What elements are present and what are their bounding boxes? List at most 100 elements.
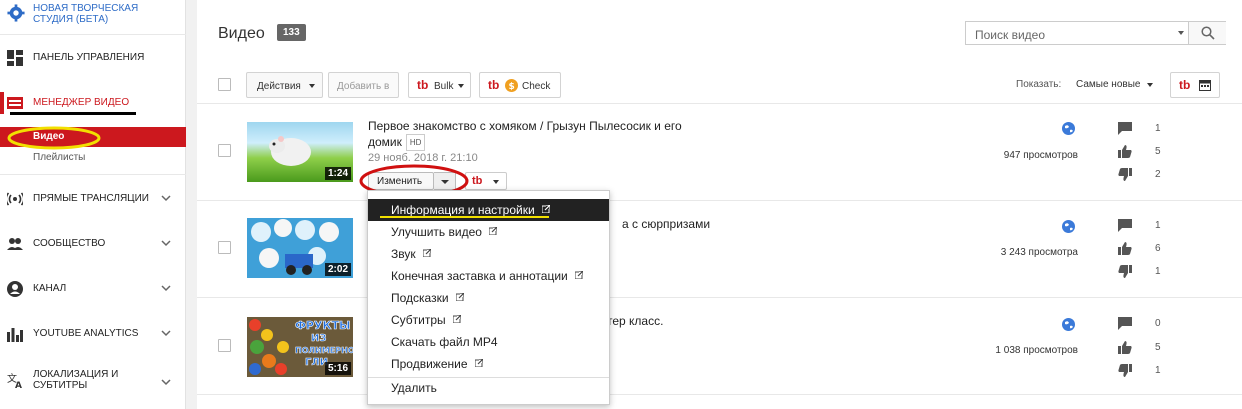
public-globe-icon (1062, 318, 1075, 331)
thumbs-up-icon (1118, 341, 1132, 354)
menu-item-promote[interactable]: Продвижение (368, 353, 609, 375)
sidebar-item-dashboard[interactable]: ПАНЕЛЬ УПРАВЛЕНИЯ (0, 43, 186, 73)
edit-dropdown-menu: Информация и настройки Улучшить видео Зв… (367, 190, 610, 405)
menu-item-subtitles[interactable]: Субтитры (368, 309, 609, 331)
likes-count: 5 (1155, 342, 1161, 353)
search-button[interactable] (1188, 22, 1226, 44)
sidebar-subitem-playlists[interactable]: Плейлисты (33, 152, 85, 163)
caret-down-icon (458, 84, 464, 88)
duration-badge: 5:16 (324, 362, 351, 375)
thumbs-up-icon (1118, 145, 1132, 158)
search-icon (1201, 26, 1215, 40)
bulk-label: Bulk (434, 81, 454, 92)
broadcast-icon (7, 192, 23, 206)
gear-icon (7, 4, 25, 22)
menu-item-audio[interactable]: Звук (368, 243, 609, 265)
external-link-icon (488, 227, 497, 235)
edit-dropdown-toggle[interactable] (434, 172, 456, 190)
studio-label-line1: НОВАЯ ТВОРЧЕСКАЯ (33, 3, 139, 14)
sidebar-studio-label: НОВАЯ ТВОРЧЕСКАЯ СТУДИЯ (БЕТА) (33, 3, 138, 25)
edit-button-label: Изменить (377, 176, 423, 187)
thumbnail-caption: ИЗ (311, 333, 326, 344)
search-dropdown-caret[interactable] (1178, 31, 1184, 35)
video-row: 1:24 Первое знакомство с хомяком / Грызу… (197, 105, 1242, 201)
sidebar-item-label: КАНАЛ (33, 283, 67, 294)
edit-button[interactable]: Изменить (368, 172, 434, 190)
tubebuddy-row-menu-button[interactable]: tb (465, 172, 507, 190)
caret-down-icon (493, 180, 499, 184)
comments-count: 1 (1155, 123, 1161, 134)
add-to-label: Добавить в (337, 81, 390, 92)
sidebar-item-label: ЛОКАЛИЗАЦИЯ И СУБТИТРЫ (33, 369, 118, 391)
dashboard-icon (7, 50, 23, 66)
sidebar-item-channel[interactable]: КАНАЛ (0, 274, 186, 304)
video-count-badge: 133 (277, 24, 306, 41)
row-checkbox[interactable] (218, 339, 231, 352)
main-panel: Видео 133 Поиск видео Действия Добавить … (197, 0, 1242, 409)
add-to-button[interactable]: Добавить в (328, 72, 399, 98)
thumbs-down-icon (1118, 265, 1132, 278)
menu-item-download-mp4[interactable]: Скачать файл MP4 (368, 331, 609, 353)
video-title[interactable]: Первое знакомство с хомяком / Грызун Пыл… (368, 119, 682, 151)
search-input[interactable]: Поиск видео (975, 28, 1045, 42)
video-title[interactable]: а с сюрпризами (622, 217, 710, 232)
sidebar-item-live[interactable]: ПРЯМЫЕ ТРАНСЛЯЦИИ (0, 184, 186, 214)
menu-item-label: Улучшить видео (391, 225, 497, 239)
sort-select[interactable]: Самые новые (1076, 79, 1140, 90)
svg-text:A: A (15, 381, 22, 388)
menu-item-text: Подсказки (391, 291, 449, 305)
menu-item-label: Субтитры (391, 313, 461, 327)
sidebar-item-analytics[interactable]: YOUTUBE ANALYTICS (0, 319, 186, 349)
tubebuddy-check-button[interactable]: tb $ Check (479, 72, 561, 98)
caret-down-icon[interactable] (1147, 83, 1153, 87)
video-manager-icon (7, 97, 23, 109)
menu-item-delete[interactable]: Удалить (368, 377, 609, 399)
views-count: 947 просмотров (1003, 150, 1078, 161)
menu-item-info-settings[interactable]: Информация и настройки (368, 199, 609, 221)
menu-item-cards[interactable]: Подсказки (368, 287, 609, 309)
sidebar-item-label: СООБЩЕСТВО (33, 238, 106, 249)
video-thumbnail[interactable]: 1:24 (247, 122, 353, 182)
hd-badge: HD (405, 134, 426, 151)
video-thumbnail[interactable]: 2:02 (247, 218, 353, 278)
duration-badge: 1:24 (324, 167, 351, 180)
row-checkbox[interactable] (218, 241, 231, 254)
menu-item-label: Подсказки (391, 291, 464, 305)
comment-icon (1118, 219, 1132, 232)
dislikes-count: 2 (1155, 169, 1161, 180)
row-checkbox[interactable] (218, 144, 231, 157)
thumbs-down-icon (1118, 168, 1132, 181)
dislikes-count: 1 (1155, 266, 1161, 277)
external-link-icon (574, 271, 583, 279)
menu-item-end-screen[interactable]: Конечная заставка и аннотации (368, 265, 609, 287)
chevron-down-icon (161, 240, 171, 247)
sidebar-subitem-videos[interactable]: Видео (0, 127, 186, 147)
thumbnail-caption: ФРУКТЫ (295, 319, 350, 332)
sidebar-item-localization[interactable]: 文 A ЛОКАЛИЗАЦИЯ И СУБТИТРЫ (0, 364, 186, 400)
thumbnail-caption: ПОЛИМЕРНОЙ (295, 344, 353, 355)
tubebuddy-logo-icon: tb (417, 78, 429, 92)
video-thumbnail[interactable]: ФРУКТЫ ИЗ ПОЛИМЕРНОЙ ГЛИ 5:16 (247, 317, 353, 377)
menu-item-label: Удалить (391, 381, 437, 395)
comments-count: 1 (1155, 220, 1161, 231)
comment-icon (1118, 317, 1132, 330)
tubebuddy-bulk-button[interactable]: tb Bulk (408, 72, 471, 98)
video-title[interactable]: тер класс. (607, 314, 663, 329)
search-box[interactable]: Поиск видео (965, 21, 1226, 45)
actions-button[interactable]: Действия (246, 72, 323, 98)
calendar-icon (1199, 80, 1211, 91)
public-globe-icon (1062, 220, 1075, 233)
menu-item-enhance[interactable]: Улучшить видео (368, 221, 609, 243)
sidebar-divider (0, 34, 186, 35)
menu-item-label: Конечная заставка и аннотации (391, 269, 583, 283)
sidebar-item-video-manager[interactable]: МЕНЕДЖЕР ВИДЕО (0, 88, 186, 118)
tubebuddy-logo-icon: tb (488, 78, 500, 92)
menu-item-text: Улучшить видео (391, 225, 482, 239)
sidebar-item-new-studio[interactable]: НОВАЯ ТВОРЧЕСКАЯ СТУДИЯ (БЕТА) (0, 0, 186, 30)
chevron-down-icon (161, 285, 171, 292)
menu-item-label: Звук (391, 247, 431, 261)
sidebar-item-community[interactable]: СООБЩЕСТВО (0, 229, 186, 259)
select-all-checkbox[interactable] (218, 78, 231, 91)
tubebuddy-calendar-button[interactable]: tb (1170, 72, 1220, 98)
coin-icon: $ (505, 79, 518, 92)
